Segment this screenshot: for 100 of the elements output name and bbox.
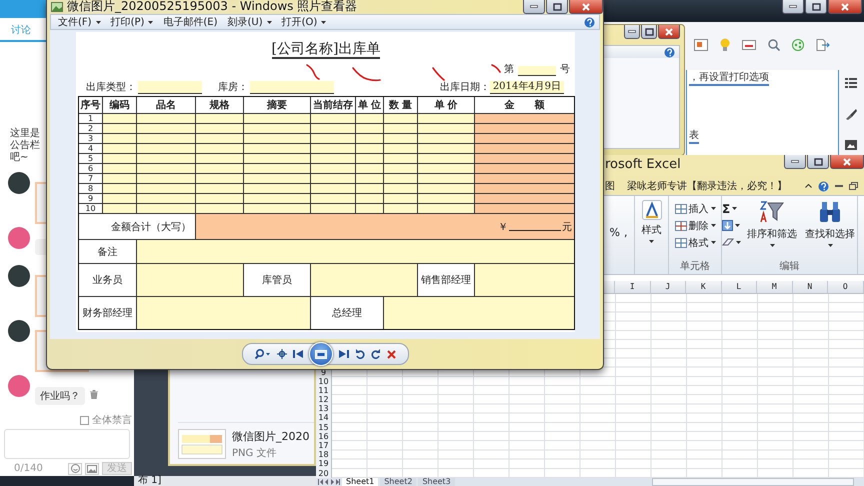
row-header[interactable]: 10 — [316, 376, 331, 386]
close-button[interactable] — [569, 0, 603, 14]
cells-command[interactable]: 插入 — [674, 201, 716, 216]
row-number: 3 — [79, 134, 102, 143]
zoom-button[interactable] — [254, 349, 270, 359]
slideshow-button[interactable] — [308, 342, 332, 366]
rotate-right-button[interactable] — [370, 349, 380, 359]
sheet-tab[interactable]: Sheet3 — [418, 478, 455, 486]
close-button[interactable] — [828, 0, 862, 14]
menu-item[interactable]: 打开(O) — [278, 16, 330, 28]
sheet-tab[interactable]: Sheet2 — [380, 478, 416, 486]
unit-label: 元 — [562, 220, 572, 234]
cells-command[interactable]: 格式 — [674, 235, 716, 250]
maximize-button[interactable] — [805, 0, 827, 14]
sheet-navigation-icon[interactable] — [318, 479, 340, 485]
column-header[interactable]: O — [828, 281, 864, 293]
column-header[interactable]: K — [686, 281, 722, 293]
table-cell — [196, 144, 243, 153]
checkbox[interactable] — [80, 416, 89, 424]
row-header[interactable]: 17 — [316, 441, 331, 450]
maximize-button[interactable] — [546, 0, 568, 14]
table-cell — [244, 204, 310, 213]
row-header[interactable]: 15 — [316, 422, 331, 432]
row-header[interactable]: 11 — [316, 386, 331, 396]
find-select-button[interactable]: 查找和选择 — [803, 200, 857, 247]
image-button[interactable] — [85, 462, 99, 474]
styles-button[interactable]: 样式 — [640, 200, 664, 243]
table-cell — [196, 184, 243, 193]
message-input[interactable] — [4, 429, 130, 459]
maximize-button[interactable] — [641, 25, 657, 39]
minimize-icon — [628, 30, 636, 33]
column-header[interactable]: M — [757, 281, 792, 293]
maximize-button[interactable] — [807, 155, 829, 169]
actual-size-button[interactable] — [276, 349, 286, 359]
row-header[interactable]: 16 — [316, 432, 331, 441]
table-cell: 销售部经理 — [418, 264, 474, 296]
next-button[interactable] — [338, 350, 348, 358]
table-icon — [674, 238, 686, 248]
help-icon[interactable] — [818, 180, 829, 192]
minimize-icon — [530, 5, 538, 8]
help-icon[interactable] — [584, 16, 595, 28]
row-header[interactable]: 20 — [316, 468, 331, 478]
help-icon[interactable] — [664, 46, 675, 58]
image-icon[interactable] — [845, 140, 858, 150]
delete-button[interactable] — [386, 350, 396, 358]
close-button[interactable] — [830, 155, 864, 169]
table-cell — [356, 194, 383, 203]
table-cell — [311, 124, 355, 133]
previous-button[interactable] — [292, 350, 302, 358]
brush-icon[interactable] — [845, 108, 858, 120]
menu-item[interactable]: 文件(F) — [55, 16, 104, 28]
table-cell — [418, 164, 474, 173]
share-icon[interactable] — [792, 39, 804, 51]
table-cell: 总经理 — [311, 297, 383, 329]
table-cell — [356, 154, 383, 163]
minimize-button[interactable] — [784, 155, 806, 169]
search-icon[interactable] — [768, 39, 780, 51]
lightbulb-icon[interactable] — [720, 38, 730, 52]
trash-icon[interactable] — [90, 390, 98, 399]
menu-item[interactable]: 刻录(U) — [224, 16, 275, 28]
blank-field — [138, 81, 202, 94]
row-header[interactable]: 12 — [316, 395, 331, 404]
menu-item[interactable]: 电子邮件(E) — [160, 16, 221, 28]
checkbox-label: 全体禁言 — [92, 414, 132, 427]
sheet-tab[interactable]: Sheet1 — [342, 478, 378, 486]
table-cell — [384, 164, 417, 173]
row-header[interactable]: 18 — [316, 450, 331, 460]
card-icon[interactable] — [742, 40, 756, 50]
rotate-left-button[interactable] — [354, 349, 364, 359]
row-header[interactable]: 13 — [316, 404, 331, 414]
column-header[interactable]: J — [650, 281, 686, 293]
table-cell — [137, 194, 195, 203]
close-icon — [841, 2, 849, 10]
table-cell — [196, 164, 243, 173]
chevron-up-icon[interactable] — [805, 184, 812, 188]
slide-icon[interactable] — [694, 39, 708, 51]
minimize-button[interactable] — [624, 25, 640, 39]
ribbon-tab[interactable]: 图 — [605, 179, 615, 193]
table-cell — [311, 114, 355, 123]
minimize-button[interactable] — [523, 0, 545, 14]
close-button[interactable] — [658, 25, 680, 39]
menu-item[interactable]: 打印(P) — [108, 16, 156, 28]
list-icon[interactable] — [845, 78, 858, 88]
row-header[interactable]: 14 — [316, 413, 331, 423]
column-header[interactable]: L — [722, 281, 757, 293]
table-cell — [103, 144, 136, 153]
emoji-button[interactable] — [68, 462, 82, 474]
column-header[interactable]: I — [615, 281, 650, 293]
sort-filter-button[interactable]: 排序和筛选 — [745, 200, 799, 247]
ribbon-tab[interactable]: 梁咏老师专讲【翻录违法，必究！】 — [627, 179, 787, 193]
table-cell — [244, 184, 310, 193]
fill-button[interactable] — [722, 218, 741, 233]
cells-command[interactable]: 删除 — [674, 218, 716, 233]
autosum-button[interactable]: Σ — [722, 201, 741, 216]
column-header[interactable]: N — [792, 281, 828, 293]
restore-icon[interactable] — [849, 182, 858, 190]
horizontal-scrollbar[interactable] — [652, 478, 854, 486]
export-icon[interactable] — [816, 39, 830, 51]
row-header[interactable]: 19 — [316, 459, 331, 469]
minimize-button[interactable] — [782, 0, 804, 14]
